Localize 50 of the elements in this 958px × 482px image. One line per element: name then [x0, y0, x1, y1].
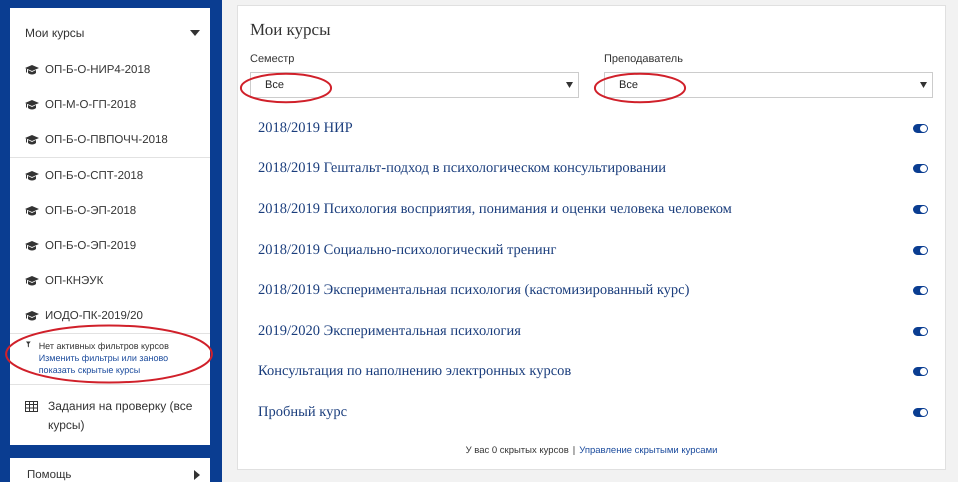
course-link[interactable]: ОП-Б-О-ЭП-2018: [10, 193, 210, 228]
course-link[interactable]: ОП-М-О-ГП-2018: [10, 87, 210, 122]
graduation-cap-icon: [25, 64, 39, 74]
dropdown-arrow-icon: [920, 82, 927, 88]
filter-label: Преподаватель: [604, 53, 684, 65]
hidden-count: У вас 0 скрытых курсов: [466, 444, 569, 456]
course-title[interactable]: 2018/2019 Психология восприятия, понимания и оценки человека человеком: [258, 200, 732, 218]
graduation-cap-icon: [25, 170, 39, 180]
filter-select[interactable]: Все: [604, 72, 933, 98]
visibility-toggle[interactable]: [913, 326, 928, 336]
course-link[interactable]: ОП-Б-О-НИР4-2018: [10, 52, 210, 87]
course-link[interactable]: ОП-КНЭУК: [10, 263, 210, 298]
manage-hidden-link[interactable]: Управление скрытыми курсами: [579, 444, 718, 456]
graduation-cap-icon: [25, 206, 39, 216]
filter-select[interactable]: Все: [250, 72, 579, 98]
course-title[interactable]: 2018/2019 Социально-психологический тренинг: [258, 242, 556, 259]
assignments-link[interactable]: Задания на проверку (все курсы): [10, 385, 210, 445]
visibility-toggle[interactable]: [913, 246, 928, 255]
filter-icon: [26, 340, 31, 349]
course-title[interactable]: 2018/2019 НИР: [258, 120, 353, 137]
visibility-toggle[interactable]: [913, 124, 928, 133]
filter-status: Нет активных фильтров курсов: [38, 340, 170, 352]
page-title: Мои курсы: [250, 20, 332, 40]
graduation-cap-icon: [25, 240, 39, 250]
filter-link[interactable]: Изменить фильтры или заново показать скрытые курсы: [38, 352, 195, 376]
sidebar-title: Мои курсы: [25, 26, 84, 40]
visibility-toggle[interactable]: [913, 367, 928, 376]
course-title[interactable]: 2019/2020 Экспериментальная психология: [258, 322, 521, 340]
graduation-cap-icon: [25, 134, 39, 144]
help-link[interactable]: Помощь: [10, 458, 210, 482]
course-link[interactable]: ИОДО-ПК-2019/20: [10, 298, 210, 333]
graduation-cap-icon: [25, 310, 39, 320]
course-title[interactable]: 2018/2019 Гештальт-подход в психологическом консультировании: [258, 160, 666, 178]
course-title[interactable]: Консультация по наполнению электронных курсов: [258, 363, 572, 380]
course-link[interactable]: ОП-Б-О-СПТ-2018: [10, 158, 210, 193]
visibility-toggle[interactable]: [913, 164, 928, 174]
visibility-toggle[interactable]: [913, 286, 928, 296]
visibility-toggle[interactable]: [913, 204, 928, 214]
course-title[interactable]: Пробный курс: [258, 404, 348, 421]
course-link[interactable]: ОП-Б-О-ЭП-2019: [10, 228, 210, 263]
separator: |: [572, 444, 576, 456]
visibility-toggle[interactable]: [913, 408, 928, 417]
graduation-cap-icon: [25, 276, 39, 286]
course-title[interactable]: 2018/2019 Экспериментальная психология (кастомизированный курс): [258, 282, 690, 300]
dropdown-arrow-icon: [566, 82, 573, 88]
graduation-cap-icon: [25, 100, 39, 110]
filter-label: Семестр: [250, 53, 296, 65]
course-link[interactable]: ОП-Б-О-ПВПОЧЧ-2018: [10, 122, 210, 157]
table-icon: [25, 401, 38, 412]
caret-icon[interactable]: [190, 30, 200, 36]
